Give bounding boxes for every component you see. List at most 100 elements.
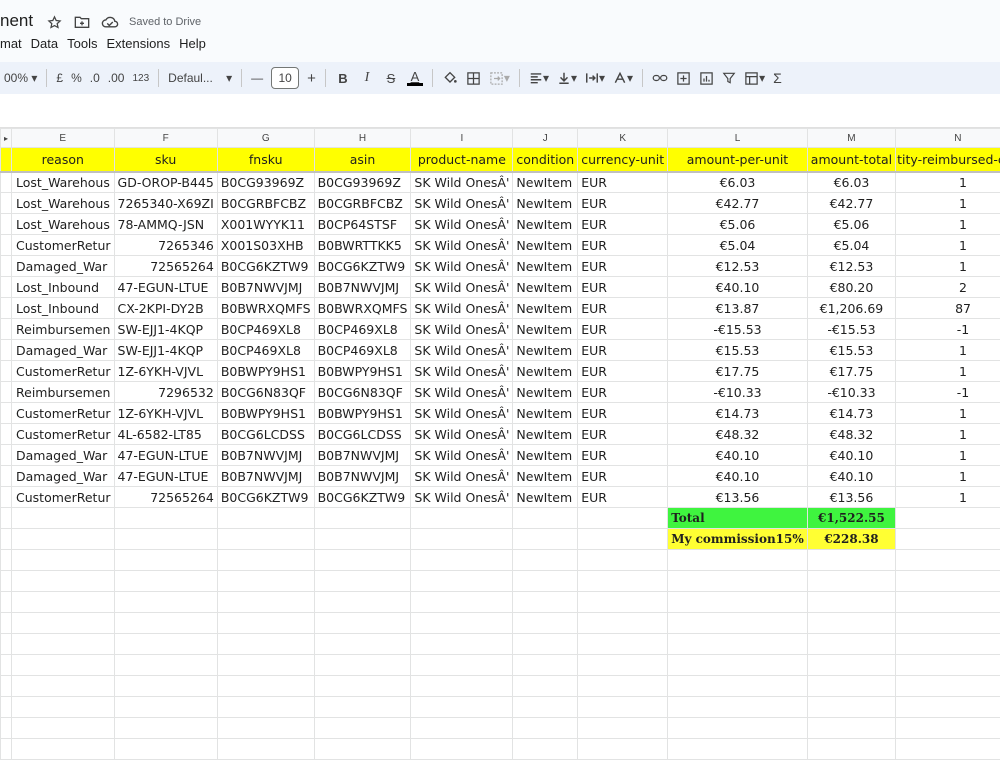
cell[interactable] [896, 613, 1000, 634]
cell[interactable] [411, 655, 513, 676]
decrease-decimal-button[interactable]: .0 [86, 66, 104, 90]
cell[interactable] [12, 529, 115, 550]
cell-currency-unit[interactable]: EUR [578, 214, 668, 235]
cell[interactable] [217, 592, 314, 613]
cell-condition[interactable]: NewItem [513, 340, 578, 361]
cell-reason[interactable]: CustomerRetur [12, 487, 115, 508]
cell[interactable] [578, 529, 668, 550]
cell-amount-total[interactable]: €15.53 [807, 340, 895, 361]
cell[interactable] [217, 634, 314, 655]
cell[interactable] [578, 550, 668, 571]
cell-asin[interactable]: B0BWPY9HS1 [314, 361, 411, 382]
cell[interactable] [12, 655, 115, 676]
cell-fnsku[interactable]: B0BWRXQMFS [217, 298, 314, 319]
cell[interactable] [896, 634, 1000, 655]
font-size-input[interactable]: 10 [271, 67, 299, 89]
cell-fnsku[interactable]: B0B7NWVJMJ [217, 277, 314, 298]
cell[interactable] [1, 718, 12, 739]
cell[interactable] [513, 718, 578, 739]
cell-amount-total[interactable]: €13.56 [807, 487, 895, 508]
cell-reason[interactable]: Damaged_War [12, 466, 115, 487]
cell-reason[interactable]: CustomerRetur [12, 361, 115, 382]
cell[interactable] [1, 676, 12, 697]
cell-fnsku[interactable]: B0CG6LCDSS [217, 424, 314, 445]
menu-tools[interactable]: Tools [67, 36, 104, 51]
cell-fnsku[interactable]: B0BWPY9HS1 [217, 361, 314, 382]
cell[interactable] [807, 571, 895, 592]
header-asin[interactable]: asin [314, 148, 411, 172]
cell-condition[interactable]: NewItem [513, 298, 578, 319]
cell-fnsku[interactable]: B0CP469XL8 [217, 340, 314, 361]
cell-product-name[interactable]: SK Wild OnesÂ' [411, 340, 513, 361]
cell[interactable] [314, 697, 411, 718]
cell[interactable] [217, 508, 314, 529]
cell-quantity-reimbursed[interactable]: -1 [896, 319, 1000, 340]
increase-decimal-button[interactable]: .00 [104, 66, 129, 90]
cell[interactable] [896, 571, 1000, 592]
total-row-value[interactable]: €1,522.55 [807, 508, 895, 529]
align-left-icon[interactable]: ▾ [525, 66, 553, 90]
cell[interactable] [1, 214, 12, 235]
cell-amount-per-unit[interactable]: -€10.33 [668, 382, 808, 403]
cell[interactable] [1, 148, 12, 172]
cell[interactable] [1, 613, 12, 634]
cell-asin[interactable]: B0CP64STSF [314, 214, 411, 235]
cell[interactable] [513, 550, 578, 571]
cell-condition[interactable]: NewItem [513, 361, 578, 382]
cell-quantity-reimbursed[interactable]: 1 [896, 403, 1000, 424]
cell-quantity-reimbursed[interactable]: 1 [896, 172, 1000, 193]
cell[interactable] [314, 613, 411, 634]
cell-product-name[interactable]: SK Wild OnesÂ' [411, 256, 513, 277]
cell-reason[interactable]: Damaged_War [12, 445, 115, 466]
menu-help[interactable]: Help [179, 36, 213, 51]
cell[interactable] [668, 550, 808, 571]
cell[interactable] [668, 613, 808, 634]
font-select[interactable]: Defaul...▾ [164, 66, 236, 90]
cell[interactable] [12, 676, 115, 697]
cell-sku[interactable]: 7296532 [114, 382, 217, 403]
cell-quantity-reimbursed[interactable]: 1 [896, 361, 1000, 382]
cell[interactable] [807, 697, 895, 718]
cell-product-name[interactable]: SK Wild OnesÂ' [411, 445, 513, 466]
cell-reason[interactable]: Lost_Inbound [12, 298, 115, 319]
cell[interactable] [12, 571, 115, 592]
cell-condition[interactable]: NewItem [513, 214, 578, 235]
header-quantity-reimbursed-cash[interactable]: tity-reimbursed-cash [896, 148, 1000, 172]
cell[interactable] [1, 193, 12, 214]
strikethrough-button[interactable]: S [379, 66, 403, 90]
cell-currency-unit[interactable]: EUR [578, 256, 668, 277]
cell[interactable] [217, 676, 314, 697]
column-header-g[interactable]: G [217, 129, 314, 148]
cell-asin[interactable]: B0CG6KZTW9 [314, 256, 411, 277]
cell[interactable] [1, 361, 12, 382]
cell-asin[interactable]: B0BWRTTKK5 [314, 235, 411, 256]
header-currency-unit[interactable]: currency-unit [578, 148, 668, 172]
cell[interactable] [1, 298, 12, 319]
cell-amount-total[interactable]: €12.53 [807, 256, 895, 277]
cell-quantity-reimbursed[interactable]: 1 [896, 445, 1000, 466]
cell-amount-total[interactable]: €42.77 [807, 193, 895, 214]
cell-amount-per-unit[interactable]: €5.06 [668, 214, 808, 235]
cell-condition[interactable]: NewItem [513, 445, 578, 466]
star-icon[interactable] [45, 13, 63, 31]
cell-fnsku[interactable]: B0CP469XL8 [217, 319, 314, 340]
cell[interactable] [411, 718, 513, 739]
cell-currency-unit[interactable]: EUR [578, 424, 668, 445]
cell[interactable] [1, 592, 12, 613]
cell-amount-per-unit[interactable]: €48.32 [668, 424, 808, 445]
cell-condition[interactable]: NewItem [513, 277, 578, 298]
cell[interactable] [1, 550, 12, 571]
column-header-i[interactable]: I [411, 129, 513, 148]
cell[interactable] [114, 550, 217, 571]
cell[interactable] [12, 634, 115, 655]
cell[interactable] [668, 676, 808, 697]
cell-amount-total[interactable]: €40.10 [807, 445, 895, 466]
cell-currency-unit[interactable]: EUR [578, 235, 668, 256]
cell-sku[interactable]: 1Z-6YKH-VJVL [114, 403, 217, 424]
cell[interactable] [1, 256, 12, 277]
cell[interactable] [314, 508, 411, 529]
cell-quantity-reimbursed[interactable]: 2 [896, 277, 1000, 298]
text-rotation-icon[interactable]: ▾ [609, 66, 637, 90]
cell[interactable] [314, 529, 411, 550]
cell-quantity-reimbursed[interactable]: 1 [896, 424, 1000, 445]
